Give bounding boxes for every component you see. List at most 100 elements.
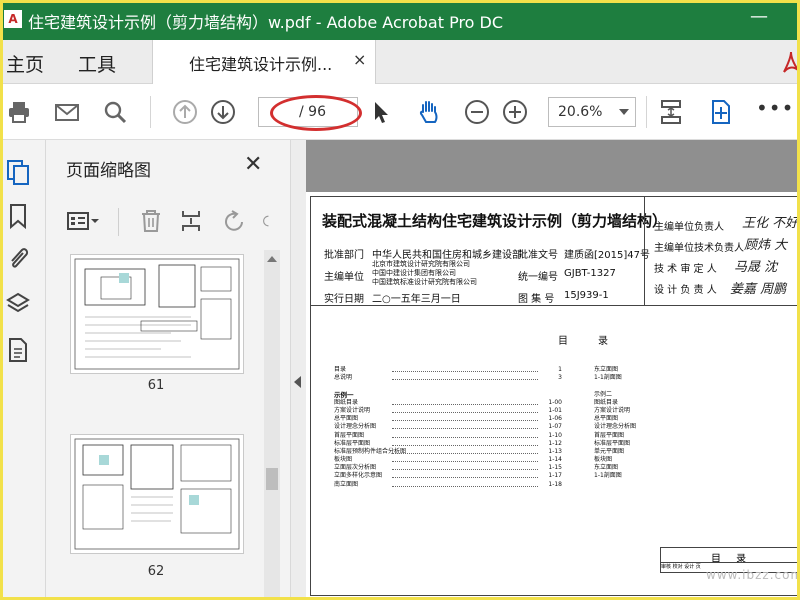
title-bar: A 住宅建筑设计示例（剪力墙结构）w.pdf - Adobe Acrobat P… xyxy=(0,0,800,40)
rotate-cw-icon[interactable] xyxy=(262,206,276,236)
page-total: / 96 xyxy=(299,104,326,120)
meta-value: 二○一五年三月一日 xyxy=(372,294,461,305)
toc-row-page: 1-00 xyxy=(548,398,562,406)
toc-leader xyxy=(392,428,538,430)
toc-row-page: 1-10 xyxy=(548,431,562,439)
delete-page-icon[interactable] xyxy=(138,206,164,236)
tab-bar: 主页 工具 住宅建筑设计示例... × xyxy=(0,40,800,84)
toc-left-column: 目录 1 总说明 3 示例一 图纸目录 1-00 方案设计说明 1-01 总平面图 1-06 设计理念… xyxy=(334,366,562,489)
chevron-left-icon xyxy=(294,376,301,388)
toc-row-page: 1 xyxy=(558,366,562,373)
bookmark-icon[interactable] xyxy=(5,202,31,230)
document-view[interactable]: 装配式混凝土结构住宅建筑设计示例（剪力墙结构） 批准部门 中华人民共和国住房和城… xyxy=(306,140,800,600)
page-thumbnails-icon[interactable] xyxy=(5,158,44,186)
next-page-icon[interactable] xyxy=(208,98,238,126)
toc-row[interactable]: 示例一 xyxy=(334,391,562,399)
select-arrow-icon[interactable] xyxy=(366,98,396,126)
signature: 王化 不好 xyxy=(742,216,799,231)
prev-page-icon[interactable] xyxy=(170,98,200,126)
toc-right-item[interactable]: 设计理念分析图 xyxy=(594,423,636,431)
toc-right-column: 东立面图 1-1剖面图 示例二 图纸目录 方案设计说明 总平面图 设计理念分析图 首层平面图标… xyxy=(594,366,636,481)
toc-row-label: 总说明 xyxy=(334,374,353,382)
scroll-up-icon[interactable] xyxy=(267,256,277,262)
chevron-down-icon xyxy=(619,109,629,115)
print-icon[interactable] xyxy=(4,98,34,126)
meta-value: 中国中建设计集团有限公司 xyxy=(372,269,456,277)
toc-row-page: 1-18 xyxy=(548,480,562,488)
page-thumbnail-62[interactable] xyxy=(70,434,244,554)
meta-label: 实行日期 xyxy=(324,294,364,305)
search-icon[interactable] xyxy=(100,98,130,126)
tab-home[interactable]: 主页 xyxy=(6,50,44,77)
signature: 马晟 沈 xyxy=(734,260,778,275)
scroll-thumb[interactable] xyxy=(266,468,278,490)
pdf-page: 装配式混凝土结构住宅建筑设计示例（剪力墙结构） 批准部门 中华人民共和国住房和城… xyxy=(306,192,800,600)
tab-document[interactable]: 住宅建筑设计示例... × xyxy=(152,40,376,84)
document-tab-label: 住宅建筑设计示例... xyxy=(189,55,333,74)
page-layout-icon[interactable] xyxy=(178,206,204,236)
tab-tools[interactable]: 工具 xyxy=(78,50,116,77)
close-tab-button[interactable]: × xyxy=(353,50,366,69)
zoom-select[interactable]: 20.6% xyxy=(548,97,636,127)
zoom-in-icon[interactable] xyxy=(500,98,530,126)
toc-heading-char: 目 xyxy=(558,336,568,347)
full-screen-icon[interactable] xyxy=(706,98,736,126)
toc-right-item[interactable]: 首层平面图 xyxy=(594,432,636,440)
toc-leader xyxy=(392,452,538,454)
toc-row-label: 首层平面图 xyxy=(334,431,365,439)
minimize-button[interactable]: — xyxy=(744,6,774,34)
toc-right-item[interactable]: 1-1剖面图 xyxy=(594,472,636,480)
layers-icon[interactable] xyxy=(5,290,31,318)
toc-right-item[interactable]: 单元平面图 xyxy=(594,448,636,456)
role-label: 主编单位负责人 xyxy=(654,222,724,233)
acrobat-logo-icon xyxy=(782,50,800,74)
toc-row[interactable]: 标准层预制构件组合分析图 1-13 xyxy=(334,448,562,456)
toc-row-label: 方案设计说明 xyxy=(334,406,371,414)
toc-row-page: 1-06 xyxy=(548,415,562,423)
toc-row[interactable]: 目录 1 xyxy=(334,366,562,374)
toc-right-item[interactable] xyxy=(594,382,636,390)
fit-page-icon[interactable] xyxy=(656,98,686,126)
toc-right-item[interactable]: 示例二 xyxy=(594,391,636,399)
meta-value: GJBT-1327 xyxy=(564,268,616,279)
hand-icon[interactable] xyxy=(414,98,444,126)
rotate-ccw-icon[interactable] xyxy=(222,206,248,236)
close-panel-button[interactable]: ✕ xyxy=(244,152,262,177)
left-rail xyxy=(0,140,46,600)
page-thumbnail-61[interactable] xyxy=(70,254,244,374)
toc-row-label: 立面多样化示意图 xyxy=(334,472,383,480)
toc-right-item[interactable]: 1-1剖面图 xyxy=(594,374,636,382)
attachment-icon[interactable] xyxy=(5,244,31,272)
toc-right-item[interactable]: 图纸目录 xyxy=(594,399,636,407)
toc-right-item[interactable]: 标准层平面图 xyxy=(594,440,636,448)
zoom-out-icon[interactable] xyxy=(462,98,492,126)
document-header: 装配式混凝土结构住宅建筑设计示例（剪力墙结构） 批准部门 中华人民共和国住房和城… xyxy=(310,196,798,306)
toc-row[interactable]: 方案设计说明 1-01 xyxy=(334,407,562,415)
toc-row[interactable]: 南立面图 1-18 xyxy=(334,481,562,489)
document-properties-icon[interactable] xyxy=(5,336,31,364)
page-number-field[interactable]: / 96 xyxy=(258,97,358,127)
options-menu-icon[interactable] xyxy=(66,206,100,236)
toc-row[interactable]: 立面多样化示意图 1-17 xyxy=(334,472,562,480)
panel-collapse-handle[interactable] xyxy=(290,140,306,600)
thumbnail-scrollbar[interactable] xyxy=(264,250,280,600)
toc-right-item[interactable]: 方案设计说明 xyxy=(594,407,636,415)
toc-row[interactable]: 总说明 3 xyxy=(334,374,562,382)
more-tools-button[interactable]: ••• xyxy=(756,96,794,120)
thumbnail-list: 61 62 xyxy=(46,250,290,600)
toc-row[interactable]: 首层平面图 1-10 xyxy=(334,432,562,440)
toc-row-label: 目录 xyxy=(334,366,347,373)
toc-leader xyxy=(392,403,538,405)
toc-row[interactable] xyxy=(334,382,562,390)
toc-row[interactable]: 图纸目录 1-00 xyxy=(334,399,562,407)
meta-value: 15J939-1 xyxy=(564,290,609,301)
toc-right-item[interactable]: 东立面图 xyxy=(594,366,636,374)
meta-label: 图 集 号 xyxy=(518,294,555,305)
toc-leader xyxy=(392,379,538,381)
meta-value: 中华人民共和国住房和城乡建设部 xyxy=(372,250,522,261)
acrobat-icon[interactable]: A xyxy=(4,10,22,28)
toc-leader xyxy=(392,420,538,422)
toc-row[interactable]: 设计理念分析图 1-07 xyxy=(334,423,562,431)
mail-icon[interactable] xyxy=(52,98,82,126)
toc-row[interactable]: 标准层平面图 1-12 xyxy=(334,440,562,448)
